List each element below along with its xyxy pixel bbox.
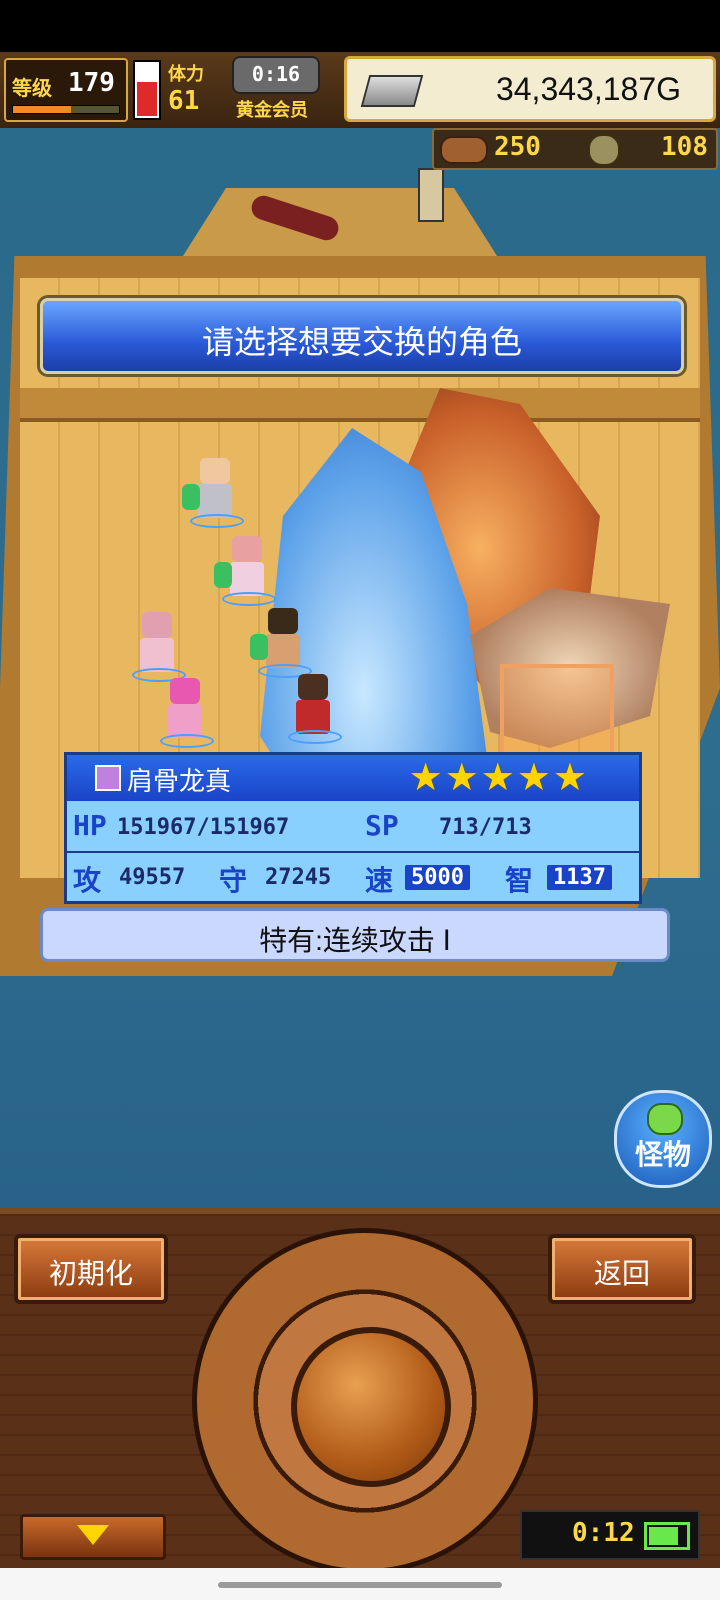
gold-panel: 34,343,187G: [344, 56, 716, 122]
battery-icon: [644, 1522, 690, 1550]
slime-face-icon: [647, 1103, 683, 1135]
hero-head: [298, 674, 328, 700]
lamp-post: [418, 168, 444, 222]
defense-value: 27245: [265, 865, 332, 890]
defense-stat: 守 27245: [213, 857, 359, 897]
battery-timer: 0:12: [572, 1518, 635, 1548]
stamina-gauge: [133, 60, 161, 120]
attribute-row: 攻 49557 守 27245 速 5000 智 1137: [67, 851, 639, 901]
hp-sp-row: HP 151967/151967 SP 713/713: [67, 803, 639, 851]
attack-value: 49557: [119, 865, 186, 890]
hero-body: [266, 634, 300, 668]
stamina-timer: 0:16: [232, 56, 320, 94]
monster-name: 肩骨龙真: [127, 766, 232, 796]
instruction-banner: 请选择想要交换的角色: [40, 298, 684, 374]
hero-shield: [214, 562, 232, 588]
directional-pad[interactable]: [192, 1228, 538, 1574]
back-button[interactable]: 返回: [548, 1234, 696, 1304]
hero-body: [168, 704, 202, 738]
arrow-down-icon: [77, 1525, 109, 1545]
herb-icon: [588, 134, 620, 166]
game-scene: 250 108 请选择想要交换的角色 肩骨龙真 ★★★★★ HP 151967/…: [0, 128, 720, 1208]
sp-value: 713/713: [439, 815, 532, 840]
trait-bar: 特有:连续攻击 Ⅰ: [40, 908, 670, 962]
ship-rail: [20, 388, 700, 422]
meat-count: 250: [494, 132, 541, 162]
speed-value: 5000: [405, 865, 470, 890]
speed-label: 速: [365, 864, 394, 897]
dpad-center-button[interactable]: [291, 1327, 451, 1487]
system-navigation-bar: [0, 1568, 720, 1600]
menu-toggle-button[interactable]: [20, 1514, 166, 1560]
silver-bar-icon: [360, 75, 424, 107]
hero-body: [140, 638, 174, 672]
stamina-label: 体力: [168, 64, 204, 85]
hero-ring: [160, 734, 214, 748]
hero-head: [232, 536, 262, 562]
meat-icon: [440, 136, 488, 164]
battery-status: 0:12: [520, 1510, 700, 1560]
speed-stat: 速 5000: [359, 857, 499, 897]
reset-button[interactable]: 初期化: [14, 1234, 168, 1304]
intelligence-value: 1137: [547, 865, 612, 890]
hero-body: [198, 484, 232, 518]
intelligence-stat: 智 1137: [499, 857, 639, 897]
stamina-gauge-fill: [137, 82, 157, 116]
timer-value: 0:16: [251, 62, 301, 86]
stamina-value: 61: [168, 86, 200, 116]
exp-fill: [13, 106, 72, 113]
hero-head: [200, 458, 230, 484]
attack-stat: 攻 49557: [67, 857, 213, 897]
hp-value: 151967/151967: [117, 815, 290, 840]
hero-ring: [288, 730, 342, 744]
home-indicator[interactable]: [218, 1582, 502, 1588]
hero-head: [268, 608, 298, 634]
exp-bar: [12, 105, 120, 114]
defense-label: 守: [219, 864, 248, 897]
hero-ranger[interactable]: [250, 608, 312, 678]
level-label: 等级: [12, 76, 52, 100]
level-panel: 等级 179: [4, 58, 128, 122]
status-bar: [0, 0, 720, 52]
back-button-label: 返回: [593, 1258, 650, 1289]
level-value: 179: [68, 68, 115, 98]
hero-mage[interactable]: [160, 678, 214, 748]
gold-member-label: 黄金会员: [236, 100, 308, 121]
resource-panel: 250 108: [432, 128, 718, 170]
hp-stat: HP 151967/151967: [67, 807, 357, 847]
hero-body: [296, 700, 330, 734]
hp-label: HP: [73, 809, 107, 842]
hero-swordswoman[interactable]: [132, 612, 186, 682]
monster-info-panel: 肩骨龙真 ★★★★★ HP 151967/151967 SP 713/713 攻…: [64, 752, 642, 904]
sp-stat: SP 713/713: [359, 807, 639, 847]
stamina-panel: 体力 61: [160, 58, 232, 118]
battery-fill: [649, 1527, 678, 1545]
hero-shield: [182, 484, 200, 510]
hero-captain[interactable]: [288, 674, 342, 744]
monster-menu-button[interactable]: 怪物: [614, 1090, 712, 1188]
top-hud: 等级 179 体力 61 0:16 黄金会员 34,343,187G: [0, 52, 720, 131]
hero-body: [230, 562, 264, 596]
control-panel: 初期化 返回 0:12: [0, 1208, 720, 1574]
hero-head: [170, 678, 200, 704]
sp-label: SP: [365, 809, 399, 842]
rarity-badge-icon: [95, 765, 121, 791]
trait-text: 特有:连续攻击 Ⅰ: [259, 925, 451, 956]
attack-label: 攻: [73, 864, 102, 897]
hero-ring: [222, 592, 276, 606]
gold-value: 34,343,187G: [495, 71, 681, 107]
hero-head: [142, 612, 172, 638]
monster-info-header: 肩骨龙真 ★★★★★: [67, 755, 639, 801]
hero-knight[interactable]: [182, 458, 244, 528]
monster-menu-label: 怪物: [634, 1138, 691, 1171]
reset-button-label: 初期化: [48, 1258, 133, 1289]
hero-shield: [250, 634, 268, 660]
hero-archer[interactable]: [214, 536, 276, 606]
intelligence-label: 智: [505, 864, 534, 897]
hero-ring: [190, 514, 244, 528]
herb-count: 108: [661, 132, 708, 162]
star-rating: ★★★★★: [408, 755, 589, 799]
instruction-text: 请选择想要交换的角色: [201, 324, 522, 360]
